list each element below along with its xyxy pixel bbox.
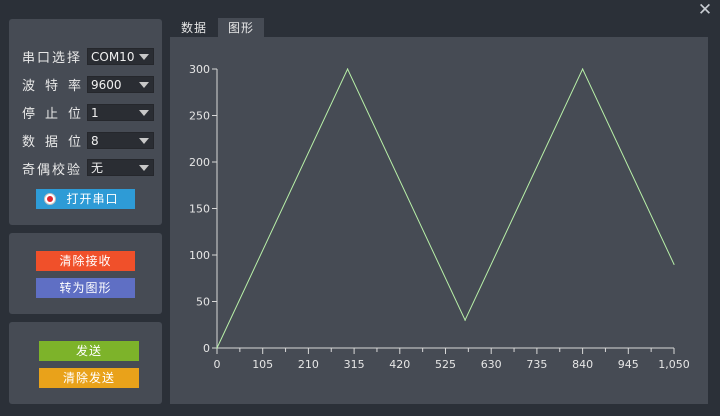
data-bits-select[interactable]: 8: [87, 132, 154, 149]
chevron-down-icon: [139, 138, 149, 144]
y-tick-label: 250: [189, 110, 210, 123]
x-tick-label: 945: [618, 358, 639, 371]
x-tick-label: 105: [252, 358, 273, 371]
send-button[interactable]: 发送: [39, 341, 139, 361]
x-tick-label: 840: [572, 358, 593, 371]
x-tick-label: 315: [344, 358, 365, 371]
clear-send-button[interactable]: 清除发送: [39, 368, 139, 388]
send-panel: [9, 322, 162, 404]
series-line: [216, 67, 675, 349]
data-bits-label: 数据位: [22, 135, 92, 150]
port-select[interactable]: COM10: [87, 48, 154, 65]
y-tick-label: 200: [189, 156, 210, 169]
x-tick-label: 525: [435, 358, 456, 371]
stop-bits-select[interactable]: 1: [87, 104, 154, 121]
y-tick-label: 100: [189, 249, 210, 262]
chevron-down-icon: [139, 82, 149, 88]
data-point: [346, 68, 349, 70]
data-point: [216, 347, 218, 349]
parity-select[interactable]: 无: [87, 159, 154, 176]
x-tick-label: 420: [389, 358, 410, 371]
open-port-button[interactable]: 打开串口: [36, 189, 135, 209]
y-tick-label: 0: [203, 342, 210, 355]
baud-select[interactable]: 9600: [87, 76, 154, 93]
data-point: [673, 263, 675, 265]
y-tick-label: 300: [189, 63, 210, 76]
to-graph-button[interactable]: 转为图形: [36, 278, 135, 298]
clear-receive-button[interactable]: 清除接收: [36, 251, 135, 271]
port-label: 串口选择: [22, 51, 83, 66]
line-chart: 0 50 100 150 200 250 300 0 105 210 315 420 525 630 735…: [189, 63, 690, 371]
chevron-down-icon: [139, 165, 149, 171]
chevron-down-icon: [139, 110, 149, 116]
x-tick-label: 1,050: [658, 358, 690, 371]
data-point: [464, 319, 466, 321]
tab-graph[interactable]: 图形: [218, 18, 264, 38]
x-tick-label: 735: [526, 358, 547, 371]
x-tick-label: 630: [481, 358, 502, 371]
stop-bits-label: 停止位: [22, 107, 92, 122]
y-tick-label: 50: [196, 296, 210, 309]
parity-label: 奇偶校验: [22, 163, 83, 178]
y-tick-label: 150: [189, 203, 210, 216]
baud-label: 波特率: [22, 79, 92, 94]
receive-panel: [9, 233, 162, 314]
close-icon[interactable]: ✕: [696, 1, 714, 19]
tab-data[interactable]: 数据: [172, 18, 216, 38]
x-tick-label: 210: [298, 358, 319, 371]
open-port-label: 打开串口: [66, 192, 119, 206]
chevron-down-icon: [139, 54, 149, 60]
data-point: [582, 68, 584, 70]
radio-record-icon: [44, 193, 56, 205]
x-tick-label: 0: [214, 358, 221, 371]
